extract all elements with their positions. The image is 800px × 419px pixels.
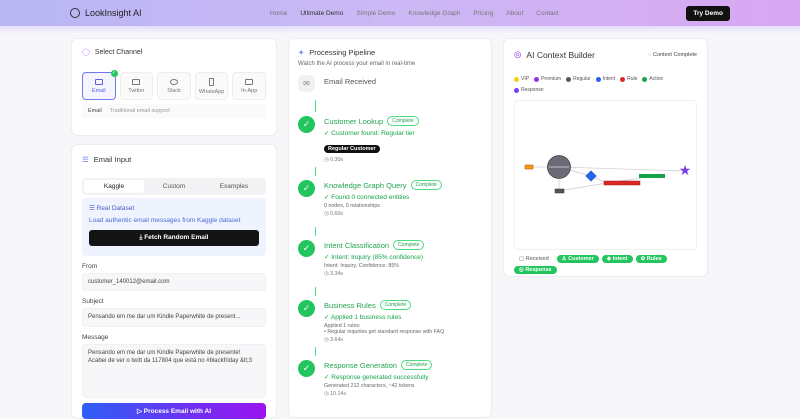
context-status: ◌ Context Complete	[648, 51, 697, 58]
process-email-button[interactable]: ▷ Process Email with AI	[82, 402, 266, 419]
legend-item: Response	[514, 87, 544, 93]
pipeline-step: ✓ Customer Lookup Complete ✓ Customer fou…	[298, 116, 482, 163]
nav-ultimate-demo[interactable]: Ultimate Demo	[300, 10, 343, 17]
graph-node-rule	[603, 180, 641, 186]
email-input-card: ☰ Email Input Kaggle Custom Examples ☰ Re…	[71, 144, 277, 419]
phone-icon	[209, 77, 215, 86]
fetch-random-email-button[interactable]: ⤓ Fetch Random Email	[89, 230, 259, 246]
dataset-panel: ☰ Real Dataset Load authentic email mess…	[82, 198, 266, 256]
stage-chip-rules: ✿ Rules	[635, 255, 667, 263]
legend-swatch-icon	[534, 76, 540, 82]
stage-chip-received: ▢ Received	[519, 256, 549, 262]
graph-node-action	[639, 174, 665, 178]
pipeline-step: ✓ Response Generation Complete ✓ Response…	[298, 360, 482, 397]
legend-swatch-icon	[642, 76, 648, 82]
graph-legend: VIP Premium Regular Intent Rule Action Respons…	[514, 76, 697, 93]
graph-node-vip	[524, 164, 534, 170]
context-builder-card: ◎ AI Context Builder ◌ Context Complete V…	[503, 38, 708, 277]
legend-item: Regular	[566, 76, 591, 82]
app-window-icon	[245, 78, 254, 85]
stage-chip-customer: ♙ Customer	[556, 255, 599, 263]
legend-swatch-icon	[620, 76, 626, 82]
legend-item: Premium	[534, 76, 561, 82]
tab-custom[interactable]: Custom	[144, 180, 204, 193]
check-icon: ✓	[298, 300, 315, 317]
nav-pricing[interactable]: Pricing	[473, 10, 493, 17]
twitter-icon	[132, 78, 141, 85]
channel-in-app[interactable]: In-App	[232, 72, 266, 100]
legend-swatch-icon	[514, 87, 519, 93]
pipeline-step: ✓ Business Rules Complete ✓ Applied 1 bus…	[298, 300, 482, 343]
mail-icon	[94, 78, 103, 85]
stage-chip-intent: ◈ Intent	[601, 255, 633, 263]
channel-slack[interactable]: Slack	[157, 72, 191, 100]
top-nav: LookInsight AI Home Ultimate Demo Simple…	[0, 0, 800, 34]
stage-chip-response: ◎ Response	[514, 266, 557, 274]
database-icon: ☰	[82, 155, 89, 164]
graph-node-intent	[585, 170, 597, 182]
nav-simple-demo[interactable]: Simple Demo	[356, 10, 395, 17]
knowledge-graph[interactable]: ★	[514, 100, 697, 250]
tab-kaggle[interactable]: Kaggle	[84, 180, 144, 193]
tier-badge: Regular Customer	[324, 145, 380, 153]
channel-twitter[interactable]: Twitter	[119, 72, 154, 100]
channel-email[interactable]: Email	[82, 70, 118, 100]
chat-icon: ◯	[82, 49, 90, 56]
nav-contact[interactable]: Contact	[536, 10, 558, 17]
brain-icon: ◎	[514, 49, 522, 59]
try-demo-button[interactable]: Try Demo	[686, 5, 730, 21]
legend-item: Action	[642, 76, 663, 82]
graph-node-regular	[554, 188, 565, 194]
pipeline-step: ✓ Intent Classification Complete ✓ Intent…	[298, 240, 482, 277]
subject-input[interactable]: Pensando em me dar um Kindle Paperwhite …	[82, 308, 266, 327]
graph-node-response: ★	[679, 162, 692, 178]
pipeline-step: ✓ Knowledge Graph Query Complete ✓ Found …	[298, 180, 482, 217]
legend-swatch-icon	[514, 76, 519, 82]
nav-about[interactable]: About	[506, 10, 523, 17]
check-icon: ✓	[298, 360, 315, 377]
from-input[interactable]: customer_140012@email.com	[82, 273, 266, 292]
play-icon: ▷	[136, 407, 144, 415]
check-icon: ✓	[298, 180, 315, 197]
sparkles-icon: ✦	[298, 48, 305, 57]
nav-knowledge-graph[interactable]: Knowledge Graph	[408, 10, 460, 17]
legend-swatch-icon	[566, 76, 572, 82]
nav-home[interactable]: Home	[270, 10, 287, 17]
mail-icon: ✉	[298, 75, 315, 92]
channel-whatsapp[interactable]: WhatsApp	[194, 72, 229, 100]
tab-examples[interactable]: Examples	[204, 180, 264, 193]
brand[interactable]: LookInsight AI	[70, 8, 260, 18]
legend-swatch-icon	[595, 76, 601, 82]
channel-card: ◯Select Channel Email Twitter Slack What…	[71, 38, 277, 136]
database-icon: ☰	[89, 205, 97, 212]
check-icon: ✓	[298, 240, 315, 257]
legend-item: Intent	[595, 76, 615, 82]
message-textarea[interactable]: Pensando em me dar um Kindle Paperwhite …	[82, 343, 266, 398]
pipeline-card: ✦ Processing Pipeline Watch the AI proces…	[288, 38, 492, 418]
slack-icon	[169, 78, 178, 85]
check-icon: ✓	[298, 116, 315, 133]
legend-item: Rule	[620, 76, 637, 82]
legend-item: VIP	[514, 76, 529, 82]
logo-icon	[70, 8, 80, 18]
